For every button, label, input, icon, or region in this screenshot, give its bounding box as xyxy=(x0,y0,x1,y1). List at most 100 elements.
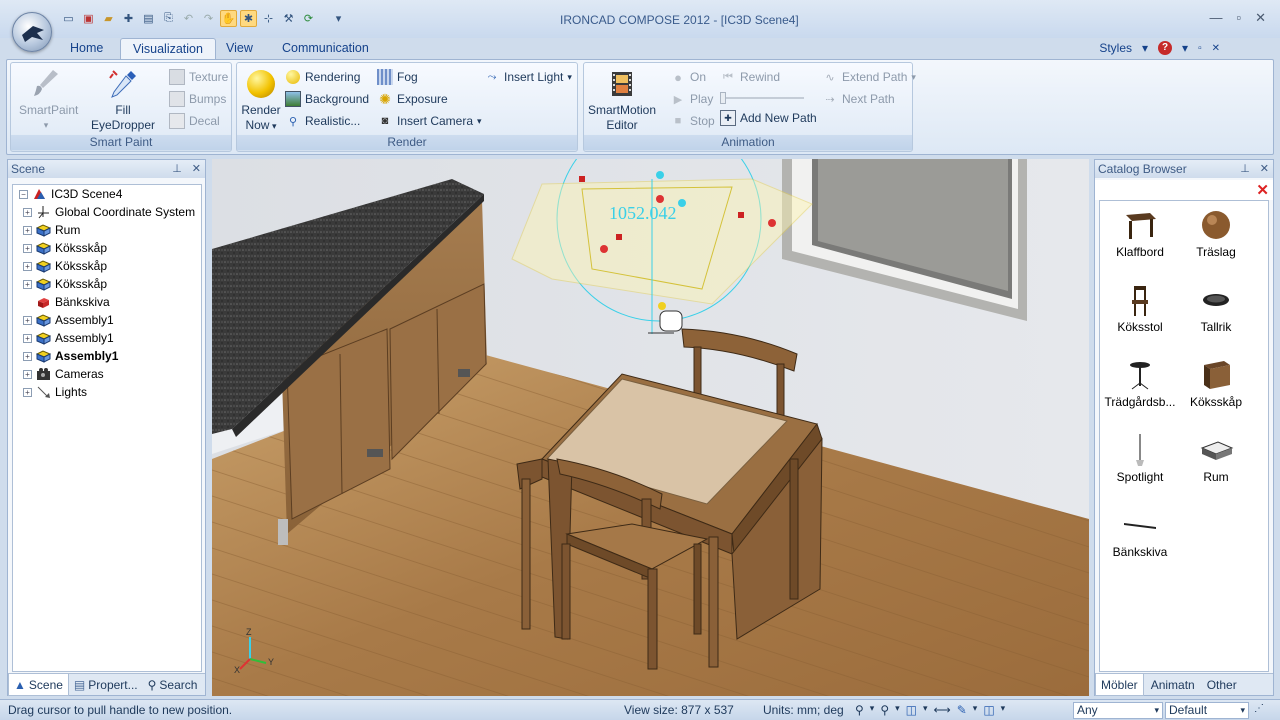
tree-item[interactable]: + Lights xyxy=(13,383,201,401)
tree-item[interactable]: + Global Coordinate System xyxy=(13,203,201,221)
tree-item[interactable]: + Köksskåp xyxy=(13,275,201,293)
rewind-button[interactable]: ⏮ Rewind xyxy=(720,68,780,86)
pin-icon[interactable]: ⊥ xyxy=(172,160,182,178)
realistic-button[interactable]: ⚲ Realistic... xyxy=(285,112,360,130)
zoom-extents-dropdown-icon[interactable]: ▾ xyxy=(895,703,900,717)
styles-menu[interactable]: Styles xyxy=(1099,41,1132,55)
expand-icon[interactable]: + xyxy=(23,225,32,235)
selection-filter-select[interactable]: Any ▾ xyxy=(1073,702,1163,719)
decal-button[interactable]: Decal xyxy=(169,112,220,130)
catalog-item-bankskiva[interactable]: Bänkskiva xyxy=(1102,507,1178,559)
view-cube-icon[interactable]: ◫ xyxy=(906,703,917,717)
expand-icon[interactable]: + xyxy=(23,279,32,289)
texture-button[interactable]: Texture xyxy=(169,68,228,86)
tab-visualization[interactable]: Visualization xyxy=(120,38,216,60)
tree-item[interactable]: Bänkskiva xyxy=(13,293,201,311)
new-file-icon[interactable]: ▭ xyxy=(60,10,77,27)
panel-close-icon[interactable]: ✕ xyxy=(192,160,201,178)
pencil-icon[interactable]: ✎ xyxy=(957,703,967,717)
expand-icon[interactable]: + xyxy=(23,387,32,397)
catalog-item-koksstol[interactable]: Köksstol xyxy=(1102,282,1178,334)
zoom-extents-icon[interactable]: ⚲ xyxy=(880,703,889,717)
next-path-button[interactable]: ⇢ Next Path xyxy=(822,90,894,108)
catalog-item-rum[interactable]: Rum xyxy=(1178,432,1254,484)
tree-item[interactable]: + Rum xyxy=(13,221,201,239)
background-button[interactable]: Background xyxy=(285,90,369,108)
smartmotion-editor-button[interactable]: SmartMotion Editor xyxy=(586,67,658,133)
expand-icon[interactable]: + xyxy=(23,243,32,253)
panel-close-icon[interactable]: ✕ xyxy=(1260,160,1269,178)
zoom-icon[interactable]: ⚲ xyxy=(855,703,864,717)
ribbon-close-icon[interactable]: ✕ xyxy=(1212,43,1220,54)
minimize-icon[interactable]: — xyxy=(1209,10,1222,26)
insert-part-icon[interactable]: ✚ xyxy=(120,10,137,27)
tab-view[interactable]: View xyxy=(214,38,265,60)
pencil-dropdown-icon[interactable]: ▾ xyxy=(973,703,978,717)
tree-item[interactable]: + Köksskåp xyxy=(13,239,201,257)
close-icon[interactable]: ✕ xyxy=(1255,10,1266,26)
tab-scene[interactable]: ▲ Scene xyxy=(8,674,69,696)
view-cube-dropdown-icon[interactable]: ▾ xyxy=(923,703,928,717)
fill-eyedropper-button[interactable]: Fill EyeDropper xyxy=(83,67,163,133)
tree-item[interactable]: + Assembly1 xyxy=(13,311,201,329)
tree-item[interactable]: + Cameras xyxy=(13,365,201,383)
new-scene-icon[interactable]: ▣ xyxy=(80,10,97,27)
undo-icon[interactable]: ↶ xyxy=(180,10,197,27)
pin-icon[interactable]: ⊥ xyxy=(1240,160,1250,178)
catalog-item-spotlight[interactable]: Spotlight xyxy=(1102,432,1178,484)
expand-icon[interactable]: + xyxy=(23,369,32,379)
redo-icon[interactable]: ↷ xyxy=(200,10,217,27)
tab-animatn[interactable]: Animatn xyxy=(1146,674,1200,696)
tool-icon[interactable]: ⚒ xyxy=(280,10,297,27)
select-assembly-icon[interactable]: ✱ xyxy=(240,10,257,27)
maximize-icon[interactable]: ▫ xyxy=(1236,10,1241,26)
application-menu-button[interactable] xyxy=(12,12,52,52)
expand-icon[interactable]: + xyxy=(23,351,32,361)
save-icon[interactable]: ▤ xyxy=(140,10,157,27)
expand-icon[interactable]: + xyxy=(23,315,32,325)
fog-button[interactable]: Fog xyxy=(377,68,418,86)
stop-button[interactable]: ■ Stop xyxy=(670,112,715,130)
render-mode-dropdown-icon[interactable]: ▾ xyxy=(1001,703,1006,717)
help-icon[interactable]: ? xyxy=(1158,41,1173,55)
render-now-button[interactable]: Render Now ▾ xyxy=(239,67,283,134)
collapse-icon[interactable]: − xyxy=(19,189,28,199)
select-part-icon[interactable]: ✋ xyxy=(220,10,237,27)
tab-communication[interactable]: Communication xyxy=(270,38,381,60)
open-folder-icon[interactable]: ▰ xyxy=(100,10,117,27)
tab-mobler[interactable]: Möbler xyxy=(1095,674,1144,696)
extend-path-button[interactable]: ∿ Extend Path ▾ xyxy=(822,68,916,86)
exposure-button[interactable]: ✺ Exposure xyxy=(377,90,448,108)
tree-item[interactable]: − IC3D Scene4 xyxy=(13,185,201,203)
animation-time-slider[interactable] xyxy=(720,92,804,104)
styles-dropdown-icon[interactable]: ▾ xyxy=(1142,41,1148,55)
tree-item[interactable]: + Assembly1 xyxy=(13,329,201,347)
catalog-item-tradgardsb[interactable]: Trädgårdsb... xyxy=(1102,357,1178,409)
insert-camera-button[interactable]: ◙ Insert Camera ▾ xyxy=(377,112,482,130)
tab-properties[interactable]: ▤ Propert... xyxy=(69,674,143,696)
tab-other[interactable]: Other xyxy=(1202,674,1242,696)
regenerate-icon[interactable]: ⟳ xyxy=(300,10,317,27)
add-new-path-button[interactable]: ✚ Add New Path xyxy=(720,109,817,127)
tab-search[interactable]: ⚲ Search xyxy=(143,674,203,696)
help-dropdown-icon[interactable]: ▾ xyxy=(1182,41,1188,55)
catalog-item-koksskap[interactable]: Köksskåp xyxy=(1178,357,1254,409)
smartpaint-button[interactable]: SmartPaint ▾ xyxy=(19,67,78,133)
zoom-dropdown-icon[interactable]: ▾ xyxy=(870,703,875,717)
animation-on-button[interactable]: ● On xyxy=(670,68,706,86)
rendering-button[interactable]: Rendering xyxy=(285,68,360,86)
play-button[interactable]: ▶ Play xyxy=(670,90,714,108)
bumps-button[interactable]: Bumps xyxy=(169,90,226,108)
catalog-item-tallrik[interactable]: Tallrik xyxy=(1178,282,1254,334)
expand-icon[interactable]: + xyxy=(23,333,32,343)
3d-viewport[interactable]: 1052.042 Z Y X xyxy=(212,159,1089,696)
save-as-icon[interactable]: ⎘ xyxy=(160,10,177,27)
measure-icon[interactable]: ⟷ xyxy=(934,703,951,717)
style-mode-select[interactable]: Default ▾ xyxy=(1165,702,1249,719)
qat-customize-icon[interactable]: ▾ xyxy=(330,10,347,27)
catalog-item-traslag[interactable]: Träslag xyxy=(1178,207,1254,259)
ribbon-restore-icon[interactable]: ▫ xyxy=(1198,43,1202,54)
catalog-close-icon[interactable]: ✕ xyxy=(1256,181,1269,199)
expand-icon[interactable]: + xyxy=(23,261,32,271)
tri-ball-icon[interactable]: ⊹ xyxy=(260,10,277,27)
